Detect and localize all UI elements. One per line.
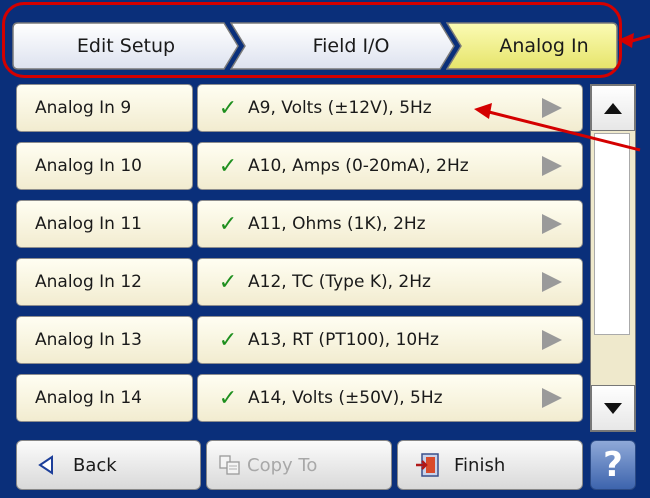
checkmark-icon: ✓ — [218, 327, 238, 353]
scroll-up-button[interactable] — [591, 85, 635, 131]
row-value-text: A10, Amps (0-20mA), 2Hz — [248, 156, 469, 176]
finish-button[interactable]: Finish — [397, 440, 583, 490]
finish-button-label: Finish — [454, 454, 506, 476]
row-label-analog-in-13[interactable]: Analog In 13 — [16, 316, 193, 364]
checkmark-icon: ✓ — [218, 385, 238, 411]
row-value-text: A14, Volts (±50V), 5Hz — [248, 388, 443, 408]
play-arrow-icon — [542, 388, 562, 408]
copy-to-button-label: Copy To — [247, 454, 318, 476]
copy-to-button[interactable]: Copy To — [206, 440, 392, 490]
row-label-analog-in-12[interactable]: Analog In 12 — [16, 258, 193, 306]
vertical-scrollbar[interactable] — [590, 84, 636, 432]
row-value-analog-in-9[interactable]: ✓ A9, Volts (±12V), 5Hz — [197, 84, 583, 132]
row-name: Analog In 12 — [35, 272, 142, 292]
play-arrow-icon — [542, 98, 562, 118]
row-name: Analog In 13 — [35, 330, 142, 350]
breadcrumb-field-io[interactable]: Field I/O — [230, 22, 456, 70]
row-value-analog-in-11[interactable]: ✓ A11, Ohms (1K), 2Hz — [197, 200, 583, 248]
row-value-analog-in-12[interactable]: ✓ A12, TC (Type K), 2Hz — [197, 258, 583, 306]
breadcrumb-label: Analog In — [499, 35, 589, 57]
breadcrumb: Edit Setup Field I/O Analog In — [8, 8, 618, 80]
row-value-analog-in-14[interactable]: ✓ A14, Volts (±50V), 5Hz — [197, 374, 583, 422]
up-arrow-icon — [604, 102, 622, 114]
back-button-label: Back — [73, 454, 117, 476]
scroll-down-button[interactable] — [591, 385, 635, 431]
back-button[interactable]: Back — [16, 440, 201, 490]
row-value-text: A13, RT (PT100), 10Hz — [248, 330, 439, 350]
row-label-analog-in-14[interactable]: Analog In 14 — [16, 374, 193, 422]
row-value-text: A12, TC (Type K), 2Hz — [248, 272, 431, 292]
row-value-analog-in-13[interactable]: ✓ A13, RT (PT100), 10Hz — [197, 316, 583, 364]
down-arrow-icon — [604, 402, 622, 414]
question-mark-icon: ? — [603, 445, 623, 485]
row-name: Analog In 11 — [35, 214, 142, 234]
scroll-thumb[interactable] — [594, 133, 630, 335]
play-arrow-icon — [542, 330, 562, 350]
row-label-analog-in-9[interactable]: Analog In 9 — [16, 84, 193, 132]
breadcrumb-edit-setup[interactable]: Edit Setup — [12, 22, 240, 70]
row-name: Analog In 10 — [35, 156, 142, 176]
checkmark-icon: ✓ — [218, 211, 238, 237]
play-arrow-icon — [542, 214, 562, 234]
checkmark-icon: ✓ — [218, 153, 238, 179]
play-arrow-icon — [542, 272, 562, 292]
row-name: Analog In 9 — [35, 98, 132, 118]
row-value-text: A9, Volts (±12V), 5Hz — [248, 98, 432, 118]
exit-door-icon — [414, 452, 440, 478]
play-arrow-icon — [542, 156, 562, 176]
row-value-analog-in-10[interactable]: ✓ A10, Amps (0-20mA), 2Hz — [197, 142, 583, 190]
row-label-analog-in-10[interactable]: Analog In 10 — [16, 142, 193, 190]
copy-icon — [217, 452, 243, 478]
breadcrumb-label: Edit Setup — [76, 35, 176, 57]
left-triangle-icon — [33, 452, 59, 478]
checkmark-icon: ✓ — [218, 95, 238, 121]
breadcrumb-label: Field I/O — [312, 35, 390, 57]
help-button[interactable]: ? — [590, 440, 636, 490]
breadcrumb-analog-in[interactable]: Analog In — [446, 22, 618, 70]
checkmark-icon: ✓ — [218, 269, 238, 295]
row-value-text: A11, Ohms (1K), 2Hz — [248, 214, 426, 234]
row-name: Analog In 14 — [35, 388, 142, 408]
row-label-analog-in-11[interactable]: Analog In 11 — [16, 200, 193, 248]
